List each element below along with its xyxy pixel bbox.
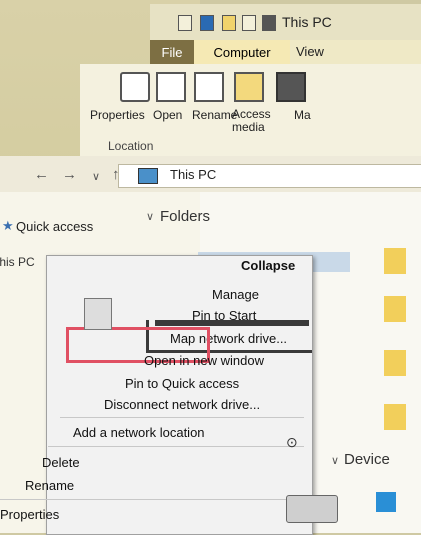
rename-icon[interactable] (194, 72, 224, 102)
menu-item-manage[interactable]: Manage (212, 287, 259, 302)
menu-separator (60, 417, 304, 418)
computer-qat-icon (262, 15, 276, 31)
folder-icon[interactable] (384, 296, 406, 322)
menu-item-properties[interactable]: Properties (0, 507, 59, 522)
windows-drive-icon[interactable] (376, 492, 396, 512)
access-media-button[interactable]: Access media (232, 108, 282, 134)
star-icon: ★ (2, 218, 14, 233)
rename-button[interactable]: Rename (192, 108, 237, 122)
menu-item-open-new-window[interactable]: Open in new window (144, 353, 264, 368)
context-menu (46, 255, 313, 535)
address-path[interactable]: This PC (170, 167, 216, 182)
folder-icon[interactable] (384, 248, 406, 274)
address-input[interactable] (118, 164, 421, 188)
save-qat-icon[interactable] (200, 15, 214, 31)
menu-item-rename[interactable]: Rename (25, 478, 74, 493)
menu-separator (0, 499, 304, 500)
music-folder-icon[interactable] (384, 350, 406, 376)
properties-icon[interactable] (120, 72, 150, 102)
properties-qat-icon[interactable] (178, 15, 192, 31)
chevron-down-icon[interactable]: ∨ (331, 454, 339, 467)
back-arrow-icon[interactable]: ← (34, 166, 49, 183)
tab-computer[interactable]: Computer (194, 40, 290, 64)
window-title: This PC (282, 14, 332, 30)
pictures-folder-icon[interactable] (384, 404, 406, 430)
mouse-cursor-icon: ⊙ (286, 434, 298, 450)
open-button[interactable]: Open (153, 108, 182, 122)
menu-separator (48, 446, 304, 447)
nav-quick-access[interactable]: Quick access (16, 219, 93, 234)
ribbon-group-location: Location (108, 139, 154, 153)
folder-qat-icon[interactable] (222, 15, 236, 31)
recent-chevron-icon[interactable]: ∨ (92, 170, 100, 183)
open-icon[interactable] (156, 72, 186, 102)
chevron-down-icon[interactable]: ∨ (146, 210, 154, 223)
properties-button[interactable]: Properties (90, 108, 145, 122)
forward-arrow-icon[interactable]: → (62, 166, 77, 183)
map-drive-button[interactable]: Ma (294, 108, 311, 122)
tab-file[interactable]: File (150, 40, 194, 64)
menu-item-collapse[interactable]: Collapse (241, 258, 295, 273)
map-drive-icon[interactable] (276, 72, 306, 102)
nav-this-pc[interactable]: This PC (0, 255, 35, 269)
devices-group-header[interactable]: Device (344, 451, 390, 468)
menu-item-disconnect-network-drive[interactable]: Disconnect network drive... (104, 397, 260, 412)
rename-qat-icon[interactable] (242, 15, 256, 31)
tab-view[interactable]: View (296, 44, 324, 59)
menu-item-pin-quick-access[interactable]: Pin to Quick access (125, 376, 239, 391)
access-media-icon[interactable] (234, 72, 264, 102)
folders-group-header[interactable]: Folders (160, 208, 210, 225)
menu-item-add-network-location[interactable]: Add a network location (73, 425, 205, 440)
computer-icon (138, 168, 158, 184)
menu-item-delete[interactable]: Delete (42, 455, 80, 470)
network-drive-icon[interactable] (286, 495, 338, 523)
drive-icon (84, 298, 112, 330)
